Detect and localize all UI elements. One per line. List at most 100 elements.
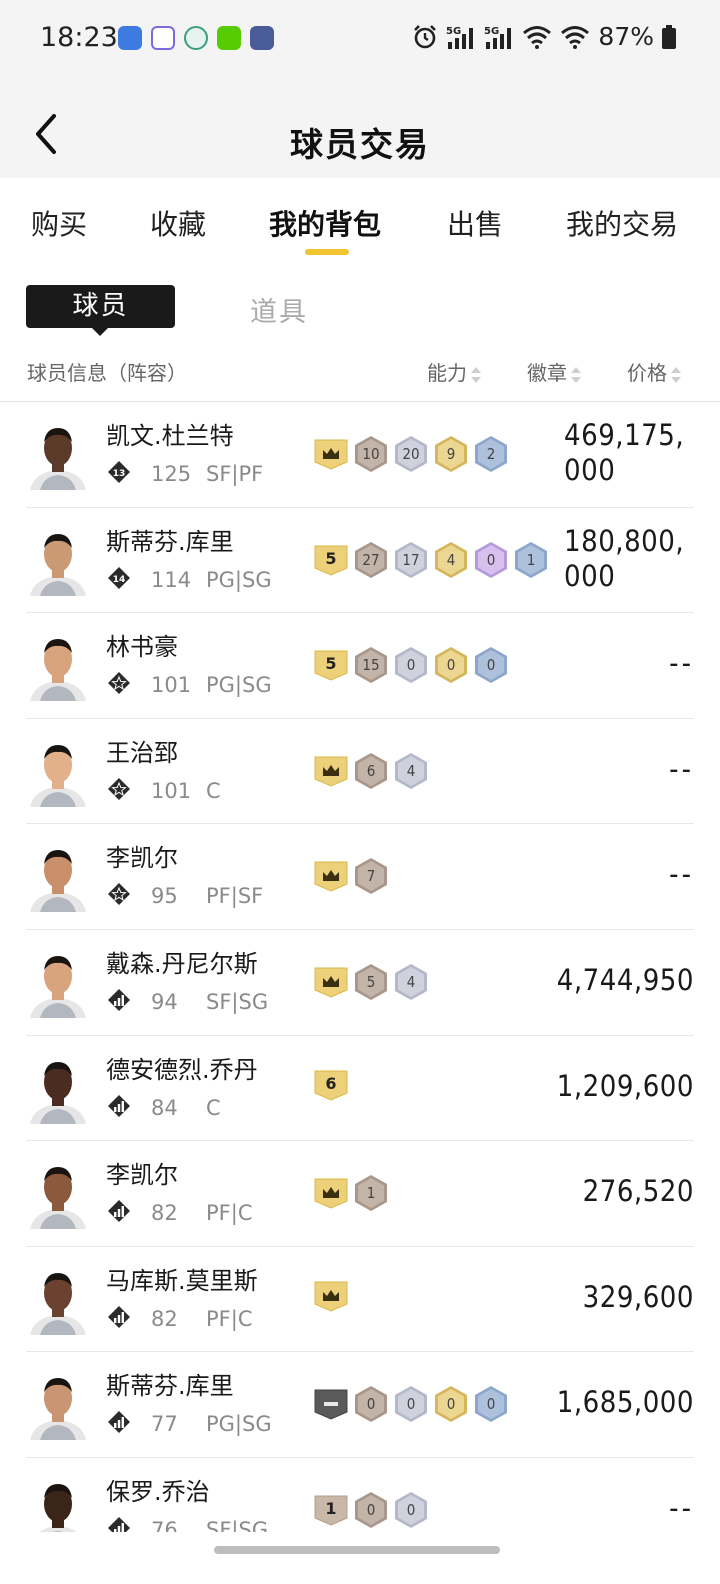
badge-count: 9 xyxy=(446,445,456,463)
badge-count-icon: 4 xyxy=(394,963,428,1001)
col-price-sort[interactable]: 价格 xyxy=(627,357,681,386)
badge-count-icon: 27 xyxy=(354,541,388,579)
player-avatar xyxy=(26,1368,90,1441)
player-position: PF|SF xyxy=(206,884,264,909)
badge-count-icon: 2 xyxy=(474,435,508,473)
player-avatar xyxy=(26,1157,90,1230)
player-price: -- xyxy=(669,751,694,786)
rank-diamond-icon xyxy=(108,1094,130,1117)
badge-count: 4 xyxy=(406,972,416,991)
badge-count: 4 xyxy=(446,550,456,569)
tier-badge-icon xyxy=(314,860,348,892)
badge-group: 10 20 9 2 xyxy=(314,435,508,473)
svg-text:5G: 5G xyxy=(484,26,499,37)
subtab-players[interactable]: 球员 xyxy=(26,285,175,336)
player-rating: 101 xyxy=(151,673,192,698)
badge-count-icon: 5 xyxy=(354,963,388,1001)
rank-diamond-icon xyxy=(108,1516,130,1532)
badge-count-icon: 0 xyxy=(474,646,508,684)
subtab-items[interactable]: 道具 xyxy=(250,290,308,329)
player-row[interactable]: 凯文.杜兰特 13 125 SF|PF 10 20 9 2 469,175,000 xyxy=(26,402,694,508)
wifi-icon-2 xyxy=(561,25,590,49)
badge-count-icon: 1 xyxy=(354,1174,388,1212)
badge-count: 4 xyxy=(406,761,416,780)
player-price: -- xyxy=(669,646,694,681)
player-avatar xyxy=(26,945,90,1018)
col-ability-sort[interactable]: 能力 xyxy=(427,357,481,386)
player-rating: 94 xyxy=(151,989,178,1014)
badge-count: 0 xyxy=(446,656,456,675)
player-avatar xyxy=(26,418,90,490)
player-avatar xyxy=(26,629,90,702)
player-rating: 82 xyxy=(151,1201,178,1226)
player-position: PF|C xyxy=(206,1306,253,1331)
tier-badge-icon: 6 xyxy=(314,1069,348,1101)
badge-count: 1 xyxy=(526,550,536,569)
tier-badge-icon xyxy=(314,1280,348,1312)
player-rating: 77 xyxy=(151,1412,178,1437)
tier-badge-icon xyxy=(314,1177,348,1209)
rank-diamond-icon: 13 xyxy=(108,461,130,483)
badge-count: 15 xyxy=(362,656,380,675)
hourglass-icon xyxy=(151,26,175,50)
player-row[interactable]: 李凯尔 95 PF|SF 7 -- xyxy=(26,824,694,930)
rank-diamond-icon: 14 xyxy=(108,566,130,589)
player-price: 1,685,000 xyxy=(556,1385,694,1420)
app-header: 球员交易 xyxy=(0,80,720,178)
page-title: 球员交易 xyxy=(290,125,430,164)
badge-count: 10 xyxy=(362,445,380,463)
player-name: 保罗.乔治 xyxy=(106,1477,210,1506)
tab-buy[interactable]: 购买 xyxy=(31,203,87,243)
tab-my-backpack[interactable]: 我的背包 xyxy=(269,203,381,243)
player-row[interactable]: 德安德烈.乔丹 84 C 6 1,209,600 xyxy=(26,1036,694,1142)
player-row[interactable]: 戴森.丹尼尔斯 94 SF|SG 5 4 4,744,950 xyxy=(26,930,694,1036)
player-name: 德安德烈.乔丹 xyxy=(106,1055,258,1084)
player-name: 马库斯.莫里斯 xyxy=(106,1266,258,1295)
tier-badge-icon xyxy=(314,966,348,998)
col-player-info: 球员信息（阵容） xyxy=(27,361,187,385)
svg-text:14: 14 xyxy=(113,575,126,585)
player-position: SF|SG xyxy=(206,1517,269,1532)
player-row[interactable]: 斯蒂芬.库里 77 PG|SG 0 0 0 0 1,685,000 xyxy=(26,1352,694,1458)
leaf-app-icon xyxy=(184,26,208,50)
player-rating: 125 xyxy=(151,462,192,486)
tab-favorites[interactable]: 收藏 xyxy=(150,203,206,243)
player-row[interactable]: 马库斯.莫里斯 82 PF|C 329,600 xyxy=(26,1247,694,1353)
player-row[interactable]: 李凯尔 82 PF|C 1 276,520 xyxy=(26,1141,694,1247)
badge-group xyxy=(314,1280,348,1312)
player-price: 4,744,950 xyxy=(556,962,694,997)
duolingo-icon xyxy=(217,26,241,50)
badge-count-icon: 7 xyxy=(354,857,388,895)
player-position: C xyxy=(206,1095,221,1120)
rank-diamond-icon xyxy=(108,1200,130,1223)
player-price: 469,175,000 xyxy=(564,418,685,487)
badge-count-icon: 6 xyxy=(354,752,388,790)
tier-level: 1 xyxy=(325,1498,337,1518)
player-row[interactable]: 保罗.乔治 76 SF|SG 1 0 0 -- xyxy=(26,1458,694,1532)
badge-count-icon: 17 xyxy=(394,541,428,579)
player-avatar xyxy=(26,1473,90,1532)
status-time: 18:23 xyxy=(40,22,118,53)
player-rating: 82 xyxy=(151,1306,178,1331)
badge-count: 27 xyxy=(362,550,380,569)
badge-count: 6 xyxy=(366,761,376,780)
avatar-app-icon xyxy=(250,26,274,50)
player-row[interactable]: 斯蒂芬.库里 14 114 PG|SG 5 27 17 4 0 1 180,800,000 xyxy=(26,508,694,614)
player-row[interactable]: 林书豪 101 PG|SG 5 15 0 0 0 -- xyxy=(26,613,694,719)
tab-my-trades[interactable]: 我的交易 xyxy=(566,203,678,243)
rank-diamond-icon xyxy=(108,1411,130,1434)
player-price: -- xyxy=(669,857,694,892)
badge-group: 0 0 0 0 xyxy=(314,1385,508,1423)
sort-icon xyxy=(671,366,681,383)
tab-sell[interactable]: 出售 xyxy=(447,203,503,243)
badge-group: 6 xyxy=(314,1069,348,1101)
alarm-icon xyxy=(414,24,437,48)
status-indicators: 5G 5G 87% xyxy=(412,22,676,51)
battery-icon xyxy=(662,24,676,49)
badge-count-icon: 10 xyxy=(354,435,388,473)
tier-badge-icon xyxy=(314,755,348,787)
player-rating: 95 xyxy=(151,884,178,909)
player-row[interactable]: 王治郅 101 C 6 4 -- xyxy=(26,719,694,825)
home-indicator[interactable] xyxy=(214,1546,500,1554)
col-badge-sort[interactable]: 徽章 xyxy=(527,357,581,386)
